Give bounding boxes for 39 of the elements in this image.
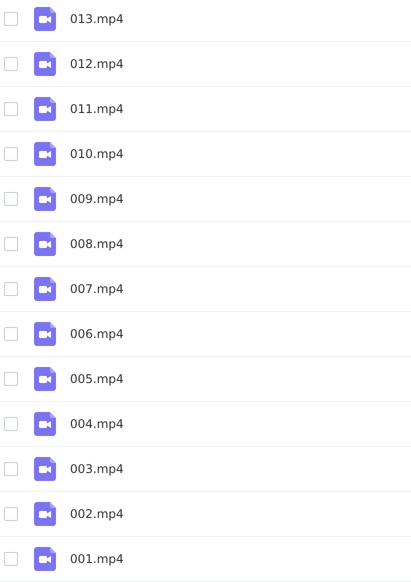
file-name[interactable]: 013.mp4 — [70, 12, 124, 26]
video-file-icon — [34, 322, 56, 346]
checkbox[interactable] — [4, 462, 18, 476]
checkbox[interactable] — [4, 192, 18, 206]
checkbox[interactable] — [4, 147, 18, 161]
checkbox[interactable] — [4, 12, 18, 26]
checkbox[interactable] — [4, 57, 18, 71]
video-file-icon — [34, 502, 56, 526]
checkbox[interactable] — [4, 417, 18, 431]
video-file-icon — [34, 232, 56, 256]
video-file-icon — [34, 457, 56, 481]
video-file-icon — [34, 142, 56, 166]
file-name[interactable]: 010.mp4 — [70, 147, 124, 161]
file-name[interactable]: 004.mp4 — [70, 417, 124, 431]
video-file-icon — [34, 277, 56, 301]
file-name[interactable]: 009.mp4 — [70, 192, 124, 206]
checkbox[interactable] — [4, 507, 18, 521]
file-name[interactable]: 001.mp4 — [70, 552, 124, 566]
video-file-icon — [34, 97, 56, 121]
checkbox[interactable] — [4, 237, 18, 251]
file-name[interactable]: 003.mp4 — [70, 462, 124, 476]
checkbox[interactable] — [4, 372, 18, 386]
video-file-icon — [34, 187, 56, 211]
file-name[interactable]: 005.mp4 — [70, 372, 124, 386]
checkbox[interactable] — [4, 327, 18, 341]
video-file-icon — [34, 367, 56, 391]
file-name[interactable]: 008.mp4 — [70, 237, 124, 251]
file-name[interactable]: 002.mp4 — [70, 507, 124, 521]
file-name[interactable]: 012.mp4 — [70, 57, 124, 71]
checkbox[interactable] — [4, 102, 18, 116]
video-file-icon — [34, 7, 56, 31]
video-file-icon — [34, 412, 56, 436]
video-file-icon — [34, 52, 56, 76]
video-file-icon — [34, 547, 56, 571]
checkbox[interactable] — [4, 552, 18, 566]
file-name[interactable]: 007.mp4 — [70, 282, 124, 296]
file-name[interactable]: 011.mp4 — [70, 102, 124, 116]
checkbox[interactable] — [4, 282, 18, 296]
file-name[interactable]: 006.mp4 — [70, 327, 124, 341]
